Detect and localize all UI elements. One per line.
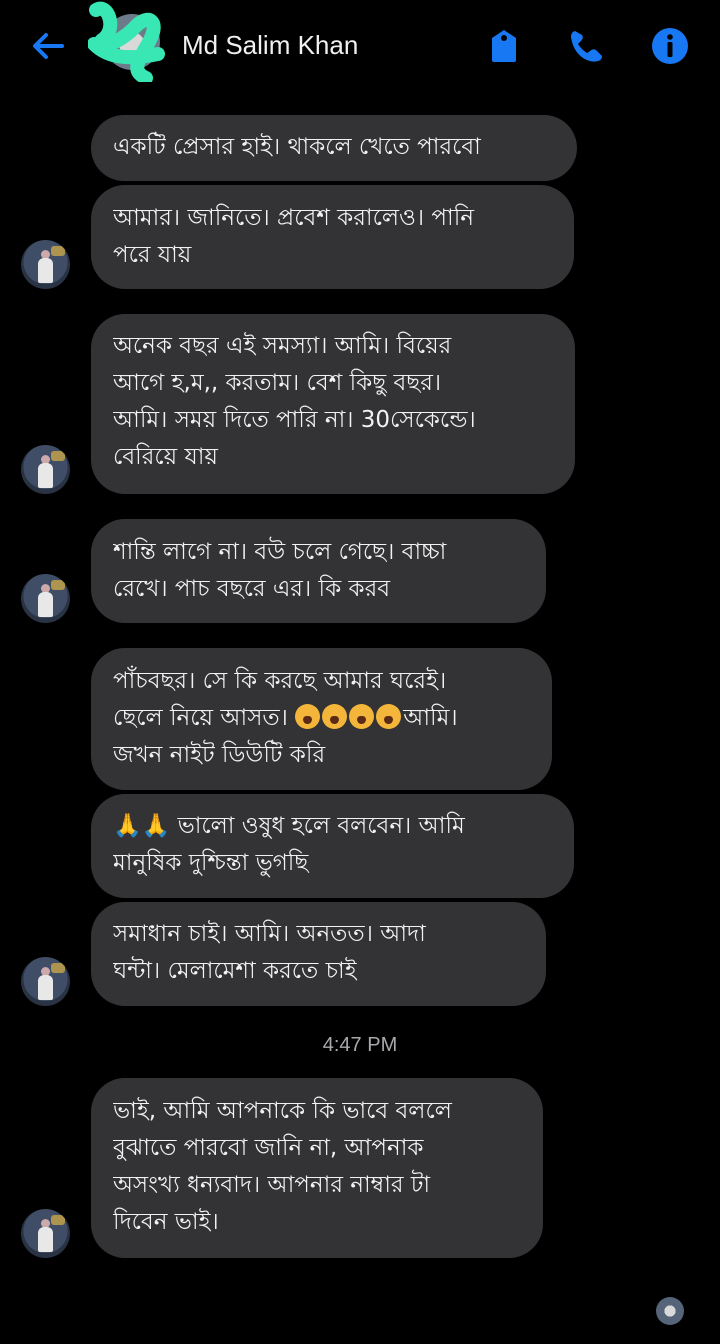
message-text: ভাই, আমি আপনাকে কি ভাবে বললে (113, 1098, 452, 1124)
message-text: আমি। সময় দিতে পারি না। 30সেকেন্ডে। (113, 407, 476, 433)
message-text: ভালো ওষুধ হলে বলবেন। আমি (177, 813, 465, 839)
message-text: মানুষিক দুশ্চিন্তা ভুগছি (113, 850, 309, 876)
message-text: ছেলে নিয়ে আসত। (113, 705, 288, 731)
message-text: দিবেন ভাই। (113, 1209, 219, 1235)
sender-avatar[interactable] (21, 240, 70, 289)
message-text: বেরিয়ে যায় (113, 444, 218, 470)
message-text: আগে হ,ম,, করতাম। বেশ কিছু বছর। (113, 370, 442, 396)
message-text: পরে যায় (113, 242, 192, 268)
crying-face-icon (376, 704, 402, 729)
message-timestamp: 4:47 PM (322, 1034, 398, 1056)
message-text: সমাধান চাই। আমি। অনতত। আদা (113, 921, 426, 947)
message-text: অসংখ্য ধন্যবাদ। আপনার নাম্বার টা (113, 1172, 431, 1198)
back-arrow-icon[interactable] (28, 26, 68, 66)
message-text: আমার। জানিতে। প্রবেশ করালেও। পানি (113, 205, 475, 231)
tag-icon[interactable] (484, 26, 524, 66)
message-text: জখন নাইট ডিউটি করি (113, 742, 326, 768)
chat-header: Md Salim Khan (0, 0, 720, 92)
sender-avatar[interactable] (21, 445, 70, 494)
message-bubble[interactable]: ভাই, আমি আপনাকে কি ভাবে বললে বুঝাতে পারব… (91, 1078, 543, 1258)
phone-icon[interactable] (566, 26, 606, 66)
message-bubble[interactable]: আমার। জানিতে। প্রবেশ করালেও। পানি পরে যা… (91, 185, 574, 289)
sender-avatar[interactable] (21, 957, 70, 1006)
message-text: শান্তি লাগে না। বউ চলে গেছে। বাচ্চা (113, 539, 447, 565)
message-text-with-emoji: 🙏🙏 ভালো ওষুধ হলে বলবেন। আমি (113, 808, 552, 845)
message-text: পাঁচবছর। সে কি করছে আমার ঘরেই। (113, 668, 447, 694)
message-text: রেখে। পাচ বছরে এর। কি করব (113, 576, 391, 602)
sender-avatar[interactable] (21, 574, 70, 623)
crying-face-icon (322, 704, 348, 729)
message-bubble[interactable]: অনেক বছর এই সমস্যা। আমি। বিয়ের আগে হ,ম,… (91, 314, 575, 494)
message-text: আমি। (403, 705, 458, 731)
info-icon[interactable] (650, 26, 690, 66)
sender-avatar[interactable] (21, 1209, 70, 1258)
folded-hands-icon: 🙏🙏 (113, 813, 171, 839)
crying-face-icon (295, 704, 321, 729)
read-receipt-avatar (656, 1297, 684, 1325)
message-bubble[interactable]: সমাধান চাই। আমি। অনতত। আদা ঘন্টা। মেলামে… (91, 902, 546, 1006)
message-text: একটি প্রেসার হাই। থাকলে খেতে পারবো (113, 134, 481, 160)
message-text: অনেক বছর এই সমস্যা। আমি। বিয়ের (113, 333, 452, 359)
crying-face-icon (349, 704, 375, 729)
message-bubble[interactable]: পাঁচবছর। সে কি করছে আমার ঘরেই। ছেলে নিয়… (91, 648, 552, 790)
contact-name[interactable]: Md Salim Khan (182, 30, 358, 61)
message-text: ঘন্টা। মেলামেশা করতে চাই (113, 958, 357, 984)
message-text-with-emoji: ছেলে নিয়ে আসত। আমি। (113, 700, 530, 737)
message-bubble[interactable]: একটি প্রেসার হাই। থাকলে খেতে পারবো (91, 115, 577, 181)
message-bubble[interactable]: 🙏🙏 ভালো ওষুধ হলে বলবেন। আমি মানুষিক দুশ্… (91, 794, 574, 898)
scribble-overlay (88, 1, 165, 82)
message-text: বুঝাতে পারবো জানি না, আপনাক (113, 1135, 424, 1161)
message-bubble[interactable]: শান্তি লাগে না। বউ চলে গেছে। বাচ্চা রেখে… (91, 519, 546, 623)
